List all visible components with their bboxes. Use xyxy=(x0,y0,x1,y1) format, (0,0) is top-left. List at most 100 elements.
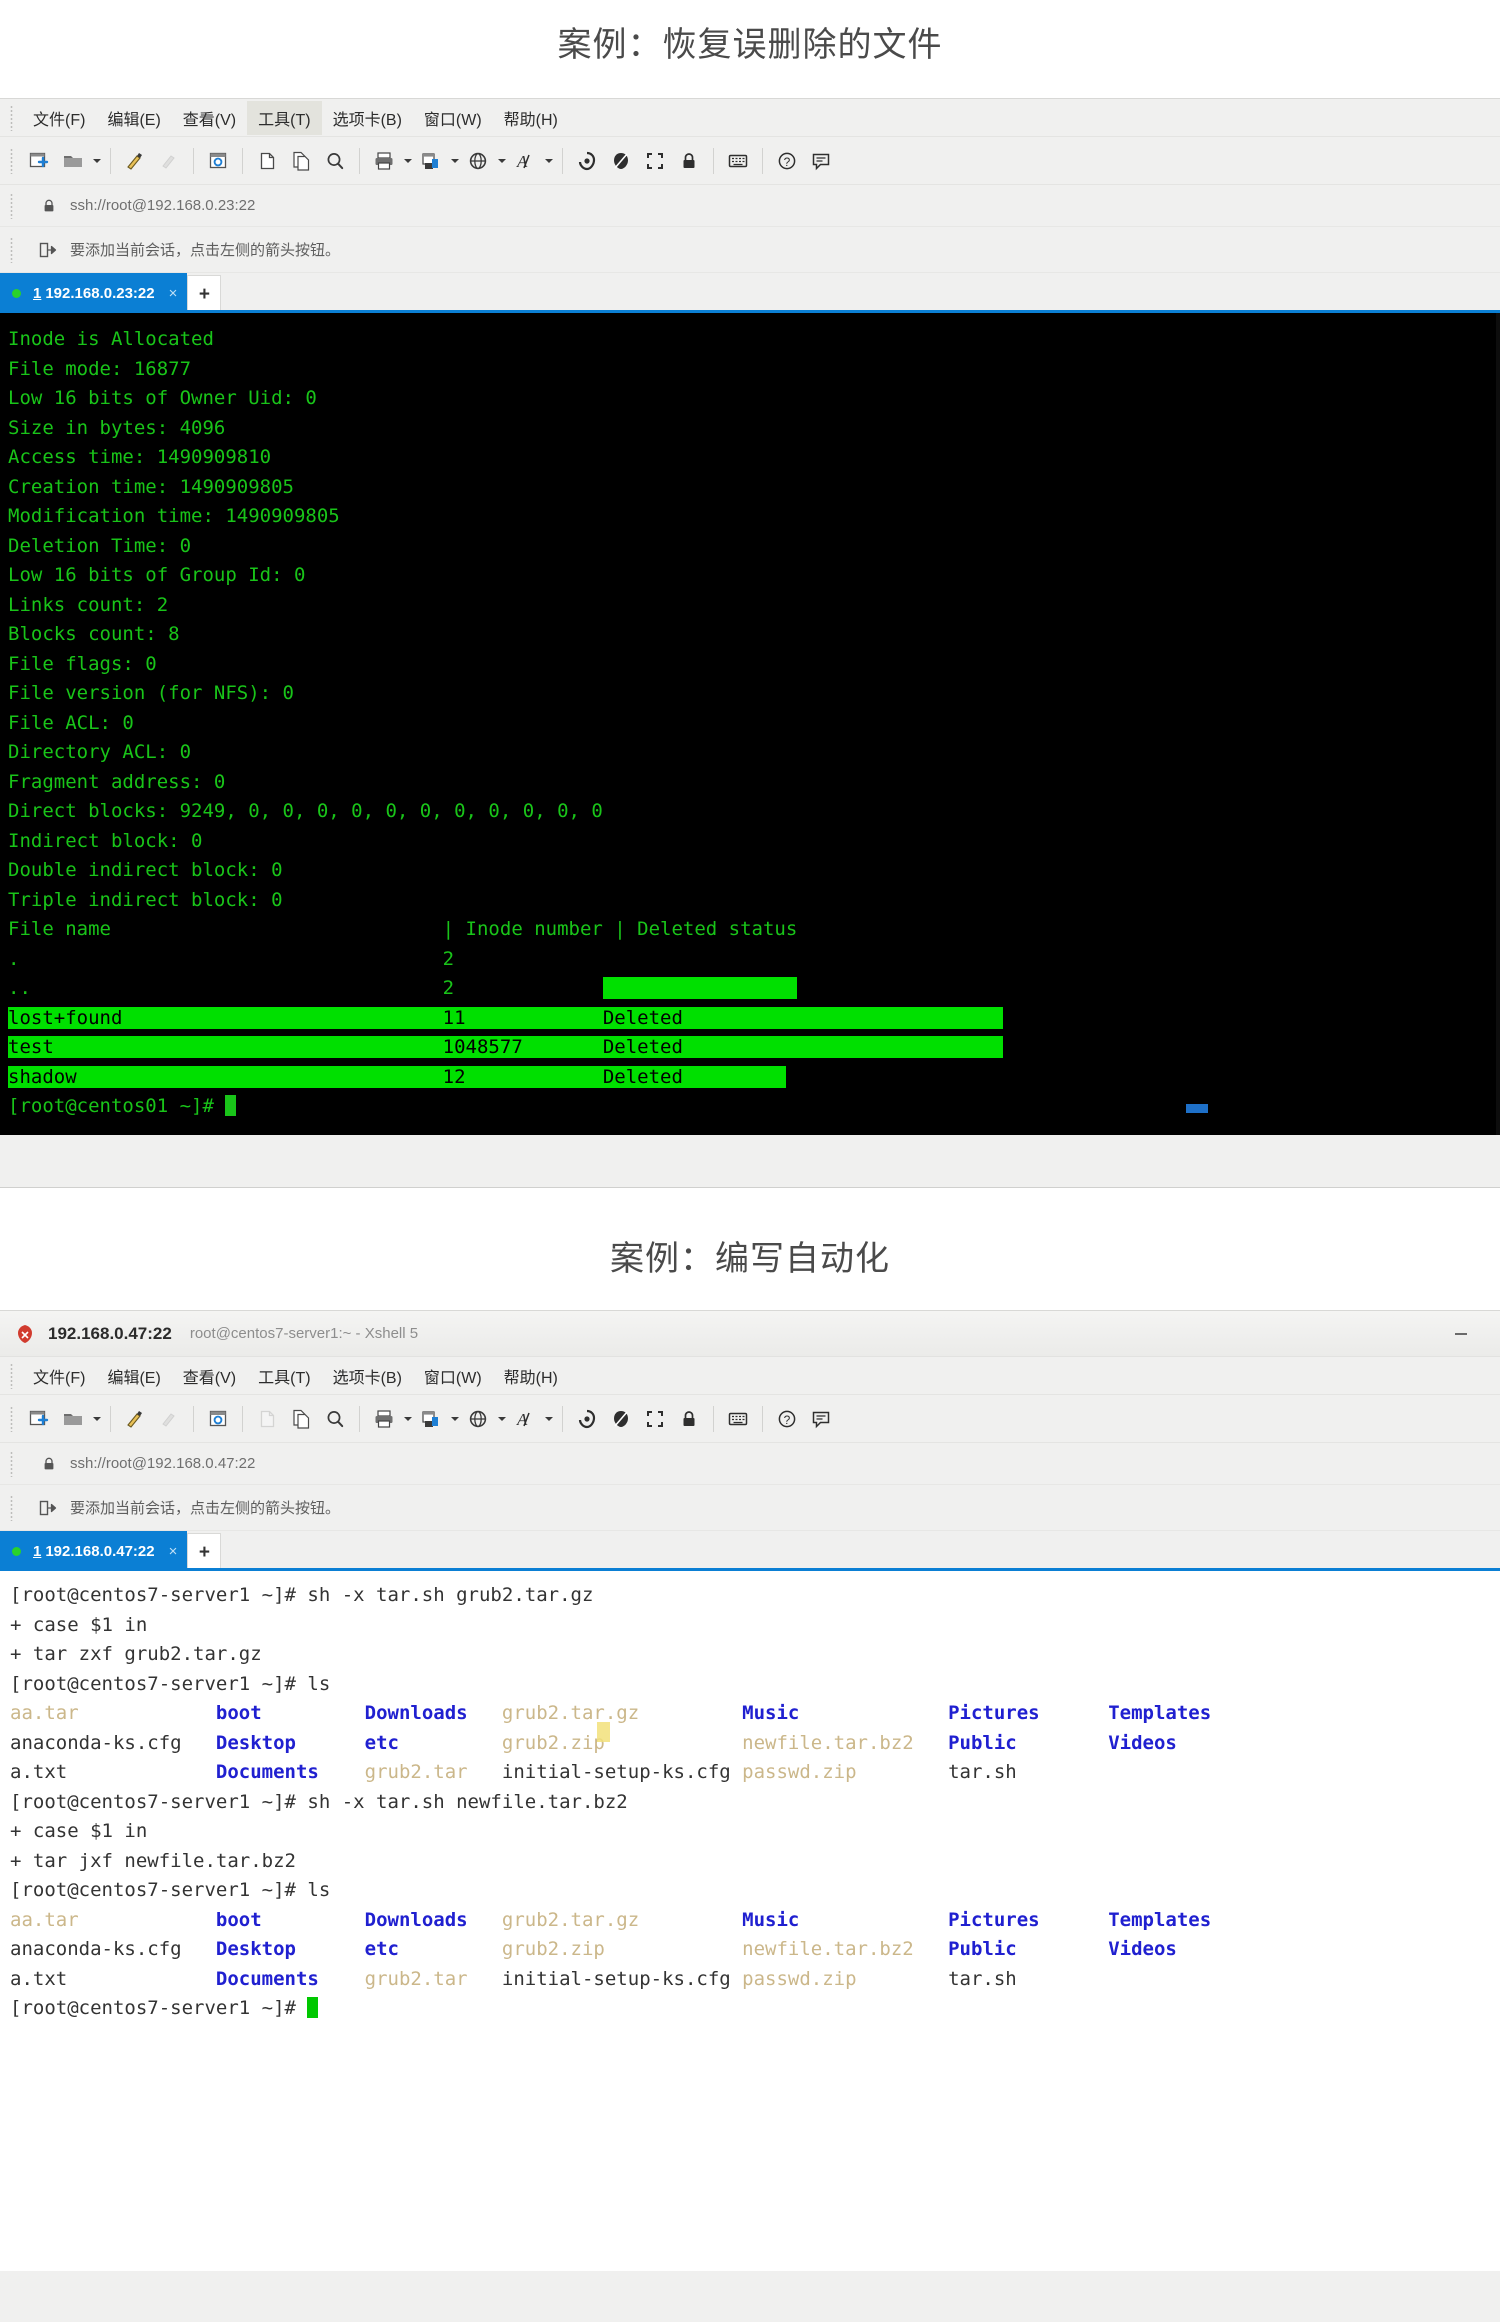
print-icon[interactable] xyxy=(367,144,401,178)
print-dropdown-icon[interactable] xyxy=(401,1402,414,1436)
new-tab-button[interactable]: + xyxy=(187,1533,222,1571)
ls-row: aa.tar boot Downloads grub2.tar.gz Music… xyxy=(10,1699,1500,1729)
menu-item-view[interactable]: 查看(V) xyxy=(172,101,247,135)
terminal-output-2[interactable]: [root@centos7-server1 ~]# sh -x tar.sh g… xyxy=(0,1571,1500,2271)
transfer-file-icon[interactable] xyxy=(118,1402,152,1436)
toolbar-grip-icon[interactable] xyxy=(8,1405,16,1432)
tab-session-1[interactable]: 1 192.168.0.47:22 × xyxy=(0,1531,188,1571)
find-icon[interactable] xyxy=(318,144,352,178)
session-manager-dropdown-icon[interactable] xyxy=(448,144,461,178)
address-value[interactable]: ssh://root@192.168.0.47:22 xyxy=(70,1455,255,1472)
font-icon[interactable]: A xyxy=(508,1402,542,1436)
address-bar-grip-icon[interactable] xyxy=(8,192,16,219)
menu-item-tabs[interactable]: 选项卡(B) xyxy=(322,101,413,135)
minimize-button[interactable] xyxy=(1448,1321,1474,1347)
menu-item-window[interactable]: 窗口(W) xyxy=(413,101,493,135)
transfer-file-icon[interactable] xyxy=(118,144,152,178)
lock-icon[interactable] xyxy=(672,144,706,178)
address-bar-grip-icon[interactable] xyxy=(8,1450,16,1477)
menu-item-view[interactable]: 查看(V) xyxy=(172,1359,247,1393)
toolbar-separator xyxy=(242,1405,243,1432)
menu-item-help[interactable]: 帮助(H) xyxy=(493,101,569,135)
tab-session-1[interactable]: 1 192.168.0.23:22 × xyxy=(0,273,188,313)
tab-close-icon[interactable]: × xyxy=(169,1543,178,1560)
font-dropdown-icon[interactable] xyxy=(542,1402,555,1436)
globe-icon[interactable] xyxy=(461,144,495,178)
print-icon[interactable] xyxy=(367,1402,401,1436)
tab-close-icon[interactable]: × xyxy=(169,285,178,302)
address-bar-2[interactable]: ssh://root@192.168.0.47:22 xyxy=(0,1443,1500,1485)
terminal-line: File ACL: 0 xyxy=(8,711,134,734)
ls-entry: passwd.zip xyxy=(742,1967,857,1990)
menu-item-window[interactable]: 窗口(W) xyxy=(413,1359,493,1393)
address-value[interactable]: ssh://root@192.168.0.23:22 xyxy=(70,197,255,214)
file-transfer-window-icon[interactable] xyxy=(201,144,235,178)
copy-icon[interactable] xyxy=(284,1402,318,1436)
terminal-cursor xyxy=(307,1997,319,2018)
feedback-icon[interactable] xyxy=(804,144,838,178)
keyboard-icon[interactable] xyxy=(721,144,755,178)
session-manager-dropdown-icon[interactable] xyxy=(448,1402,461,1436)
record-session-icon[interactable] xyxy=(570,144,604,178)
keyboard-icon[interactable] xyxy=(721,1402,755,1436)
open-folder-icon[interactable] xyxy=(56,1402,90,1436)
find-icon[interactable] xyxy=(318,1402,352,1436)
menu-item-file[interactable]: 文件(F) xyxy=(22,1359,96,1393)
ls-entry: Templates xyxy=(1108,1908,1212,1931)
hint-bar-grip-icon[interactable] xyxy=(8,236,16,263)
new-session-icon[interactable] xyxy=(22,1402,56,1436)
menu-item-tools[interactable]: 工具(T) xyxy=(247,100,322,135)
terminal-scrollbar[interactable] xyxy=(1496,313,1500,1135)
terminal-line: Creation time: 1490909805 xyxy=(8,475,294,498)
add-session-arrow-icon[interactable] xyxy=(36,238,60,262)
open-folder-dropdown-icon[interactable] xyxy=(90,1402,103,1436)
copy-icon[interactable] xyxy=(284,144,318,178)
terminal-output-1[interactable]: Inode is Allocated File mode: 16877 Low 16… xyxy=(0,313,1500,1135)
menu-item-help[interactable]: 帮助(H) xyxy=(493,1359,569,1393)
menu-item-edit[interactable]: 编辑(E) xyxy=(96,101,171,135)
terminal-line: Modification time: 1490909805 xyxy=(8,505,340,527)
toolbar-separator xyxy=(562,1405,563,1432)
help-icon[interactable]: ? xyxy=(770,144,804,178)
table-row: lost+found 11 Deleted xyxy=(8,1004,1500,1034)
ls-entry: grub2.tar xyxy=(364,1967,468,1990)
session-manager-icon[interactable] xyxy=(414,144,448,178)
toolbar-grip-icon[interactable] xyxy=(8,147,16,174)
globe-dropdown-icon[interactable] xyxy=(495,144,508,178)
terminal-line: File mode: 16877 xyxy=(8,357,192,380)
font-dropdown-icon[interactable] xyxy=(542,144,555,178)
terminal-line: + tar zxf grub2.tar.gz xyxy=(10,1643,262,1665)
hint-bar-grip-icon[interactable] xyxy=(8,1494,16,1521)
globe-icon[interactable] xyxy=(461,1402,495,1436)
stop-record-icon[interactable] xyxy=(604,144,638,178)
tab-index: 1 xyxy=(33,284,42,302)
ls-entry: grub2.zip xyxy=(501,1731,605,1754)
menu-item-tools[interactable]: 工具(T) xyxy=(247,1359,321,1393)
address-bar-1[interactable]: ssh://root@192.168.0.23:22 xyxy=(0,185,1500,227)
new-tab-button[interactable]: + xyxy=(187,275,222,313)
fullscreen-icon[interactable] xyxy=(638,144,672,178)
menu-grip-icon[interactable] xyxy=(8,104,16,131)
feedback-icon[interactable] xyxy=(804,1402,838,1436)
open-folder-dropdown-icon[interactable] xyxy=(90,144,103,178)
ls-row: anaconda-ks.cfg Desktop etc grub2.zip ne… xyxy=(10,1935,1500,1965)
font-icon[interactable]: A xyxy=(508,144,542,178)
new-session-icon[interactable] xyxy=(22,144,56,178)
session-manager-icon[interactable] xyxy=(414,1402,448,1436)
fullscreen-icon[interactable] xyxy=(638,1402,672,1436)
globe-dropdown-icon[interactable] xyxy=(495,1402,508,1436)
stop-record-icon[interactable] xyxy=(604,1402,638,1436)
print-dropdown-icon[interactable] xyxy=(401,144,414,178)
help-icon[interactable]: ? xyxy=(770,1402,804,1436)
menu-item-file[interactable]: 文件(F) xyxy=(22,101,96,135)
ls-entry: Videos xyxy=(1108,1731,1177,1754)
menu-item-edit[interactable]: 编辑(E) xyxy=(96,1359,171,1393)
record-session-icon[interactable] xyxy=(570,1402,604,1436)
menu-grip-icon[interactable] xyxy=(8,1362,16,1389)
lock-icon[interactable] xyxy=(672,1402,706,1436)
cut-icon[interactable] xyxy=(250,144,284,178)
file-transfer-window-icon[interactable] xyxy=(201,1402,235,1436)
menu-item-tabs[interactable]: 选项卡(B) xyxy=(322,1359,413,1393)
add-session-arrow-icon[interactable] xyxy=(36,1496,60,1520)
open-folder-icon[interactable] xyxy=(56,144,90,178)
